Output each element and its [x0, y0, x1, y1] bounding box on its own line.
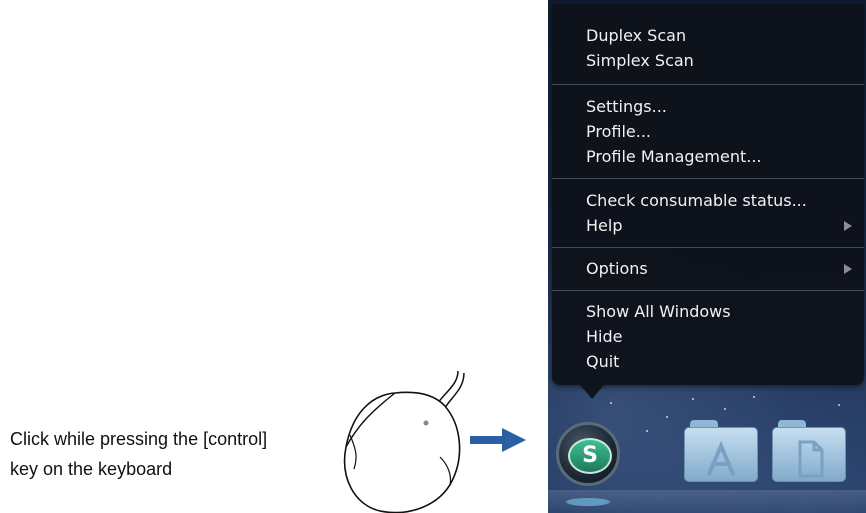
context-menu: Duplex Scan Simplex Scan Settings... Pro…	[552, 4, 864, 399]
desktop-screenshot: Duplex Scan Simplex Scan Settings... Pro…	[548, 0, 866, 513]
menu-separator	[552, 84, 864, 85]
mouse-icon	[343, 370, 465, 513]
scansnap-manager-icon[interactable]: S	[556, 422, 620, 486]
arrow-right-icon	[470, 428, 526, 452]
menu-item-profile[interactable]: Profile...	[586, 120, 852, 144]
menu-item-quit[interactable]: Quit	[586, 350, 852, 374]
dock: S	[548, 400, 866, 513]
menu-separator	[552, 290, 864, 291]
instruction-text: Click while pressing the [control] key o…	[10, 424, 267, 484]
submenu-arrow-icon	[844, 221, 852, 231]
applications-folder-icon[interactable]	[684, 420, 758, 482]
menu-item-label: Settings...	[586, 97, 667, 116]
submenu-arrow-icon	[844, 264, 852, 274]
menu-pointer	[580, 385, 604, 399]
instruction-line-2: key on the keyboard	[10, 459, 173, 479]
menu-item-label: Profile Management...	[586, 147, 762, 166]
menu-item-label: Help	[586, 216, 623, 235]
menu-item-options[interactable]: Options	[586, 257, 852, 281]
menu-separator	[552, 247, 864, 248]
document-emblem-icon	[798, 440, 824, 478]
menu-item-label: Hide	[586, 327, 623, 346]
menu-item-simplex-scan[interactable]: Simplex Scan	[586, 49, 852, 73]
menu-item-label: Duplex Scan	[586, 26, 687, 45]
menu-item-label: Check consumable status...	[586, 191, 807, 210]
menu-item-check-consumable-status[interactable]: Check consumable status...	[586, 189, 852, 213]
documents-folder-icon[interactable]	[772, 420, 846, 482]
menu-item-label: Options	[586, 259, 648, 278]
scansnap-logo: S	[568, 438, 612, 474]
menu-item-profile-management[interactable]: Profile Management...	[586, 145, 852, 169]
menu-item-settings[interactable]: Settings...	[586, 95, 852, 119]
menu-item-label: Show All Windows	[586, 302, 731, 321]
menu-item-label: Quit	[586, 352, 620, 371]
instruction-line-1: Click while pressing the [control]	[10, 429, 268, 449]
app-store-emblem-icon	[707, 440, 735, 476]
menu-separator	[552, 178, 864, 179]
menu-item-hide[interactable]: Hide	[586, 325, 852, 349]
menu-item-label: Simplex Scan	[586, 51, 694, 70]
menu-item-help[interactable]: Help	[586, 214, 852, 238]
stage: Click while pressing the [control] key o…	[0, 0, 866, 513]
menu-item-label: Profile...	[586, 122, 652, 141]
running-indicator	[566, 498, 610, 506]
menu-item-show-all-windows[interactable]: Show All Windows	[586, 300, 852, 324]
scansnap-logo-letter: S	[582, 443, 598, 468]
menu-item-duplex-scan[interactable]: Duplex Scan	[586, 24, 852, 48]
